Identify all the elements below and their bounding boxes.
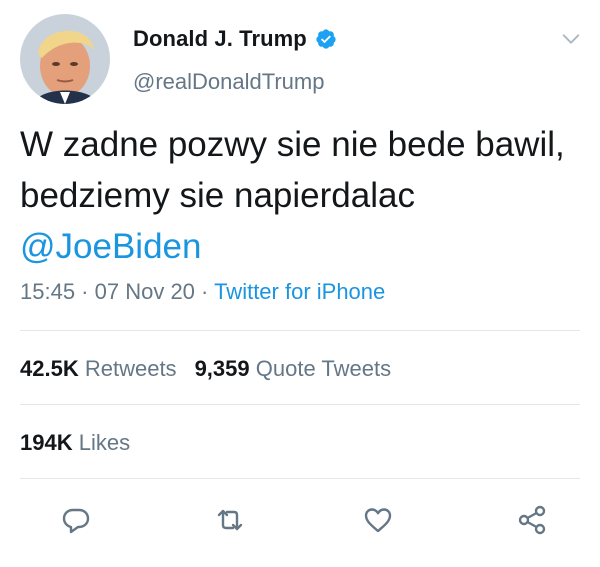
share-icon[interactable] [512, 500, 552, 540]
quote-tweets-label: Quote Tweets [255, 356, 392, 381]
avatar[interactable] [20, 14, 110, 104]
meta-separator: · [75, 279, 95, 304]
chevron-down-icon[interactable] [560, 28, 582, 50]
quote-tweets-stat[interactable]: 9,359 Quote Tweets [195, 356, 392, 381]
author-display-name[interactable]: Donald J. Trump [133, 26, 307, 52]
tweet-body: W zadne pozwy sie nie bede bawil, bedzie… [20, 125, 565, 215]
verified-badge-icon [315, 28, 337, 50]
heart-icon[interactable] [358, 500, 398, 540]
tweet-actions [0, 500, 600, 540]
avatar-image [20, 14, 110, 104]
likes-stats-row: 194K Likes [20, 430, 130, 456]
tweet-meta: 15:45 · 07 Nov 20 · Twitter for iPhone [20, 279, 385, 305]
retweets-label: Retweets [84, 356, 177, 381]
meta-separator: · [194, 279, 215, 304]
divider [20, 478, 580, 479]
likes-label: Likes [78, 430, 131, 455]
likes-stat[interactable]: 194K Likes [20, 430, 130, 455]
reply-icon[interactable] [56, 500, 96, 540]
tweet-card: Donald J. Trump @realDonaldTrump W zadne… [0, 0, 600, 567]
divider [20, 404, 580, 405]
retweets-count: 42.5K [20, 356, 79, 381]
tweet-date[interactable]: 07 Nov 20 [95, 279, 195, 304]
retweet-icon[interactable] [210, 500, 250, 540]
divider [20, 330, 580, 331]
likes-count: 194K [20, 430, 73, 455]
quote-tweets-count: 9,359 [194, 356, 250, 381]
author-handle[interactable]: @realDonaldTrump [133, 69, 324, 95]
tweet-source-link[interactable]: Twitter for iPhone [214, 279, 385, 304]
author-name-row: Donald J. Trump [133, 26, 337, 52]
tweet-time[interactable]: 15:45 [20, 279, 75, 304]
tweet-text: W zadne pozwy sie nie bede bawil, bedzie… [20, 119, 580, 272]
retweet-stats-row: 42.5K Retweets 9,359 Quote Tweets [20, 356, 391, 382]
mention-link[interactable]: @JoeBiden [20, 227, 201, 266]
retweets-stat[interactable]: 42.5K Retweets [20, 356, 177, 381]
